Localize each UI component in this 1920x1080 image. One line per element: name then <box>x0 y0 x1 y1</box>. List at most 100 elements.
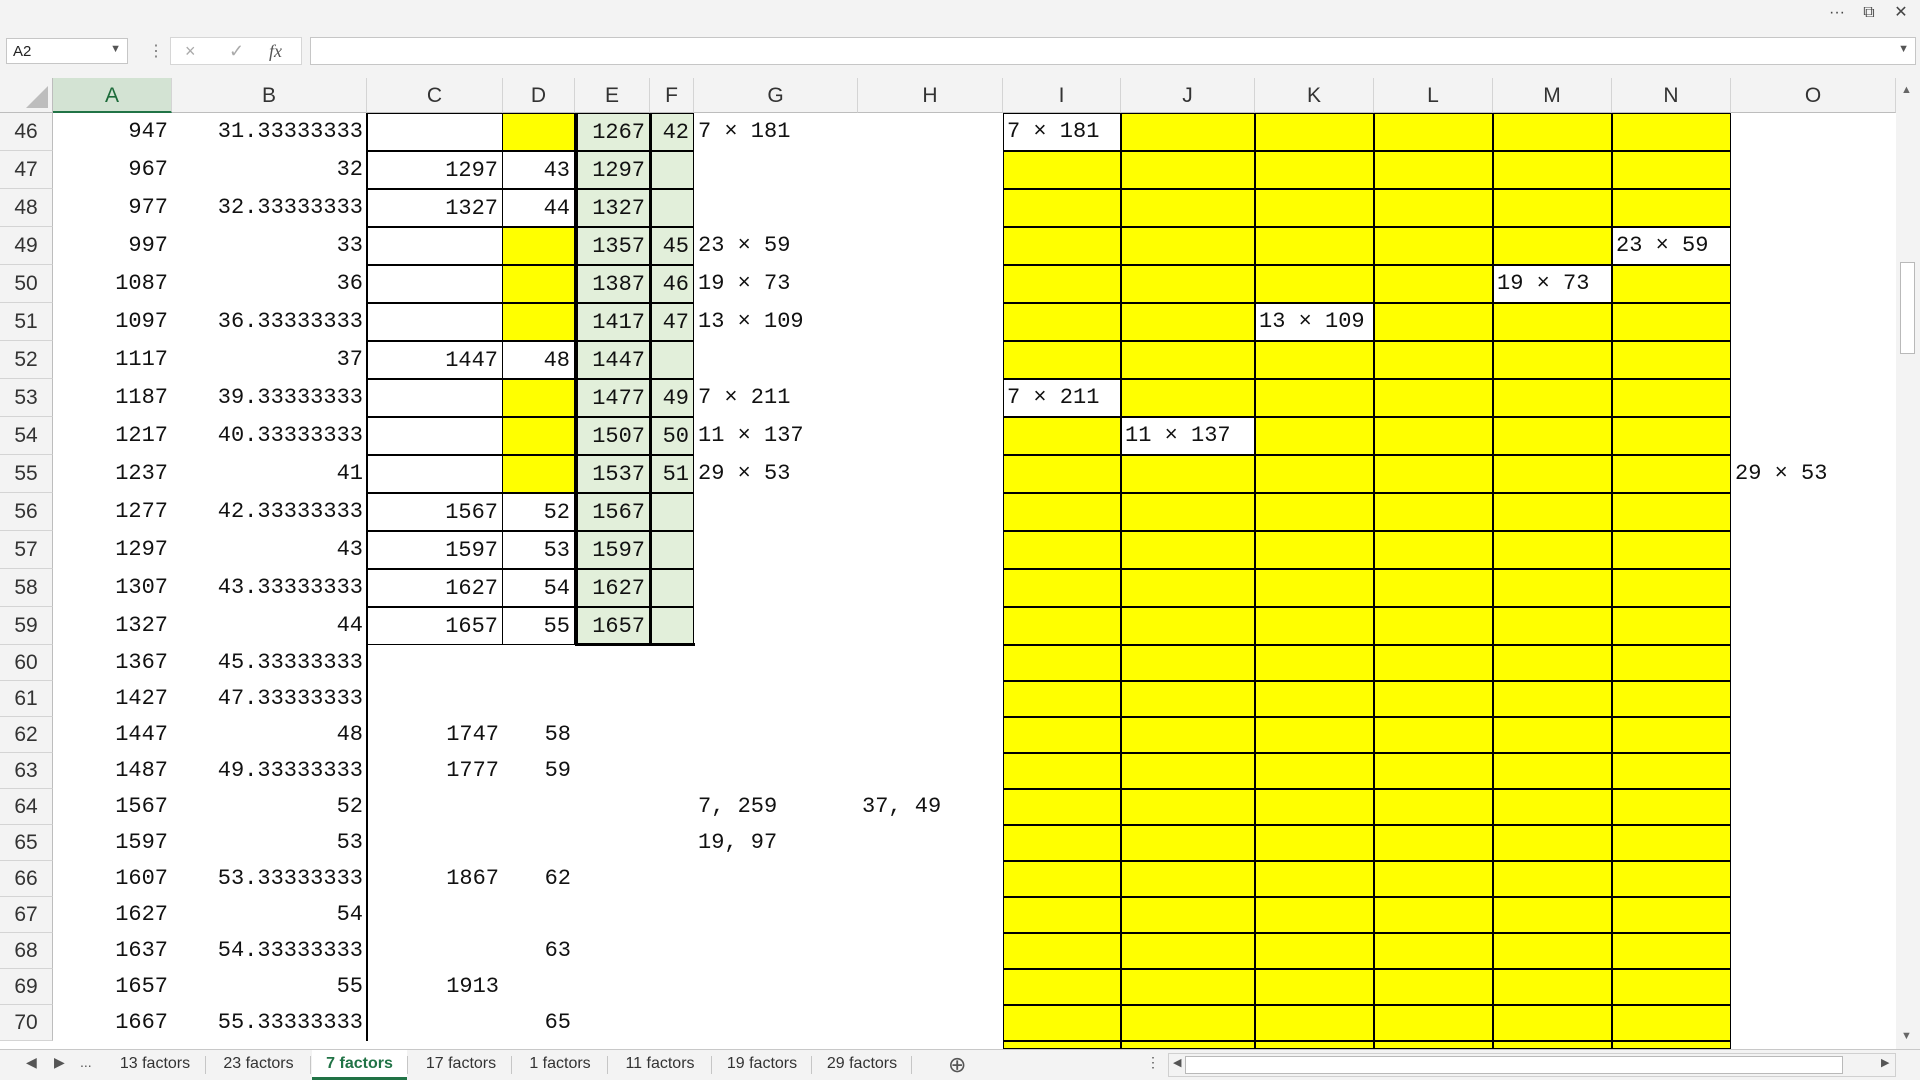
cell-a[interactable]: 1567 <box>53 789 172 825</box>
cell-c[interactable]: 1567 <box>367 493 503 531</box>
expand-formula-icon[interactable]: ▼ <box>1898 43 1909 55</box>
tab-more-button[interactable]: ... <box>80 1054 92 1070</box>
cell-e[interactable]: 1627 <box>575 569 650 607</box>
cell-b[interactable]: 43 <box>172 531 367 569</box>
yellow-grid-cell[interactable] <box>1255 1005 1374 1041</box>
cell-g[interactable]: 29 × 53 <box>694 455 790 493</box>
yellow-grid-cell[interactable] <box>1121 717 1255 753</box>
row-header[interactable]: 62 <box>0 717 53 753</box>
cell-d[interactable] <box>503 265 575 303</box>
yellow-grid-cell[interactable] <box>1374 455 1493 493</box>
cell-e[interactable] <box>575 933 650 969</box>
tab-17-factors[interactable]: 17 factors <box>411 1050 511 1080</box>
cell-d[interactable] <box>503 645 575 681</box>
yellow-grid-cell[interactable] <box>1493 825 1612 861</box>
yellow-grid-cell[interactable] <box>1255 113 1374 151</box>
cell-e[interactable] <box>575 717 650 753</box>
cell-b[interactable]: 48 <box>172 717 367 753</box>
cell-b[interactable]: 49.33333333 <box>172 753 367 789</box>
yellow-grid-cell[interactable] <box>1121 379 1255 417</box>
row-header[interactable]: 51 <box>0 303 53 341</box>
cell-a[interactable]: 977 <box>53 189 172 227</box>
yellow-grid-cell[interactable] <box>1374 897 1493 933</box>
row-header[interactable]: 64 <box>0 789 53 825</box>
yellow-grid-cell[interactable] <box>1493 861 1612 897</box>
yellow-grid-cell[interactable] <box>1255 681 1374 717</box>
tab-prev-icon[interactable]: ◀ <box>26 1054 37 1071</box>
cell-c[interactable] <box>367 825 503 861</box>
cell-c[interactable]: 1657 <box>367 607 503 645</box>
row-header[interactable]: 69 <box>0 969 53 1005</box>
yellow-grid-cell[interactable] <box>1493 753 1612 789</box>
cell-c[interactable] <box>367 645 503 681</box>
splitter-icon[interactable]: ⋮ <box>1146 1054 1160 1071</box>
cell-c[interactable] <box>367 303 503 341</box>
yellow-grid-cell[interactable] <box>1255 189 1374 227</box>
cell-e[interactable]: 1327 <box>575 189 650 227</box>
yellow-grid-cell[interactable] <box>1612 265 1731 303</box>
cell-b[interactable]: 43.33333333 <box>172 569 367 607</box>
yellow-grid-cell[interactable] <box>1493 789 1612 825</box>
cell-d[interactable] <box>503 417 575 455</box>
yellow-grid-cell[interactable] <box>1493 717 1612 753</box>
cell-b[interactable]: 36.33333333 <box>172 303 367 341</box>
cell-f[interactable] <box>650 189 694 227</box>
yellow-grid-cell[interactable] <box>1121 825 1255 861</box>
yellow-grid-cell[interactable] <box>1255 717 1374 753</box>
cell-f[interactable] <box>650 493 694 531</box>
cell-d[interactable]: 48 <box>503 341 575 379</box>
column-header-l[interactable]: L <box>1374 78 1493 113</box>
yellow-grid-cell[interactable] <box>1374 933 1493 969</box>
yellow-grid-cell[interactable] <box>1255 265 1374 303</box>
row-header[interactable]: 63 <box>0 753 53 789</box>
yellow-grid-cell[interactable] <box>1612 753 1731 789</box>
cell-d[interactable]: 43 <box>503 151 575 189</box>
cell-e[interactable] <box>575 789 650 825</box>
cell-a[interactable]: 1637 <box>53 933 172 969</box>
yellow-grid-cell[interactable] <box>1374 151 1493 189</box>
yellow-grid-cell[interactable] <box>1121 151 1255 189</box>
yellow-grid-cell[interactable] <box>1255 417 1374 455</box>
cell-b[interactable]: 53 <box>172 825 367 861</box>
cell-b[interactable]: 40.33333333 <box>172 417 367 455</box>
cell-c[interactable] <box>367 227 503 265</box>
yellow-grid-cell[interactable] <box>1003 607 1121 645</box>
row-header[interactable]: 56 <box>0 493 53 531</box>
cell-e[interactable] <box>575 753 650 789</box>
cell-a[interactable]: 1307 <box>53 569 172 607</box>
yellow-grid-cell[interactable] <box>1121 569 1255 607</box>
cell-c[interactable] <box>367 681 503 717</box>
yellow-grid-cell[interactable] <box>1255 861 1374 897</box>
yellow-grid-cell[interactable] <box>1255 493 1374 531</box>
cell-e[interactable]: 1387 <box>575 265 650 303</box>
cell-g[interactable]: 19 × 73 <box>694 265 790 303</box>
cell-e[interactable]: 1357 <box>575 227 650 265</box>
cell-c[interactable] <box>367 113 503 151</box>
row-header[interactable]: 53 <box>0 379 53 417</box>
row-header[interactable]: 54 <box>0 417 53 455</box>
cell-d[interactable]: 62 <box>503 861 575 897</box>
cell-a[interactable]: 1657 <box>53 969 172 1005</box>
yellow-grid-cell[interactable] <box>1121 455 1255 493</box>
yellow-grid-cell[interactable] <box>1493 455 1612 493</box>
cell-f[interactable]: 51 <box>650 455 694 493</box>
yellow-grid-cell[interactable] <box>1612 1005 1731 1041</box>
cell-b[interactable]: 55 <box>172 969 367 1005</box>
cell-d[interactable] <box>503 303 575 341</box>
tab-next-icon[interactable]: ▶ <box>54 1054 65 1071</box>
yellow-grid-cell[interactable] <box>1374 379 1493 417</box>
cell-f[interactable]: 50 <box>650 417 694 455</box>
cell-f[interactable] <box>650 753 694 789</box>
enter-icon[interactable]: ✓ <box>229 41 244 62</box>
cell-b[interactable]: 39.33333333 <box>172 379 367 417</box>
yellow-grid-cell[interactable] <box>1121 753 1255 789</box>
row-header[interactable]: 60 <box>0 645 53 681</box>
column-header-e[interactable]: E <box>575 78 650 113</box>
yellow-grid-cell[interactable] <box>1255 645 1374 681</box>
yellow-grid-cell[interactable] <box>1493 189 1612 227</box>
cell-c[interactable] <box>367 417 503 455</box>
column-header-c[interactable]: C <box>367 78 503 113</box>
cell-a[interactable]: 1297 <box>53 531 172 569</box>
cell-f[interactable] <box>650 861 694 897</box>
cell-a[interactable]: 947 <box>53 113 172 151</box>
